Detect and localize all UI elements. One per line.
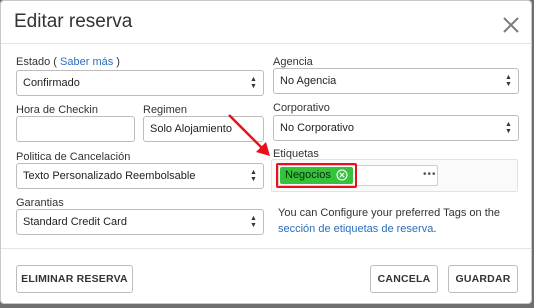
agencia-value: No Agencia	[280, 75, 337, 87]
corporativo-select[interactable]: No Corporativo ▲ ▼	[273, 115, 519, 141]
footer-divider	[1, 248, 531, 249]
header-divider	[1, 43, 531, 44]
estado-select[interactable]: Confirmado ▲ ▼	[16, 70, 264, 96]
more-options-icon[interactable]: •••	[423, 169, 437, 180]
regimen-value: Solo Alojamiento	[150, 123, 232, 135]
agencia-select[interactable]: No Agencia ▲ ▼	[273, 68, 519, 94]
tags-section-link[interactable]: sección de etiquetas de reserva	[278, 223, 433, 235]
annotation-arrow-icon	[228, 114, 270, 156]
estado-label: Estado ( Saber más )	[16, 56, 120, 68]
politica-label: Politica de Cancelación	[16, 151, 131, 163]
tags-info-text: You can Configure your preferred Tags on…	[278, 207, 500, 235]
checkin-input[interactable]	[16, 116, 135, 142]
edit-reservation-dialog: Editar reserva Estado ( Saber más ) Conf…	[0, 0, 532, 304]
politica-select[interactable]: Texto Personalizado Reembolsable ▲ ▼	[16, 163, 264, 189]
corporativo-value: No Corporativo	[280, 122, 354, 134]
agencia-label: Agencia	[273, 56, 313, 68]
dialog-title: Editar reserva	[14, 11, 133, 32]
cancel-button[interactable]: CANCELA	[370, 265, 438, 293]
regimen-label: Regimen	[143, 104, 188, 116]
select-arrows-icon: ▲ ▼	[250, 169, 257, 183]
select-arrows-icon: ▲ ▼	[505, 74, 512, 88]
select-arrows-icon: ▲ ▼	[250, 215, 257, 229]
politica-value: Texto Personalizado Reembolsable	[23, 170, 196, 182]
garantias-label: Garantias	[16, 197, 64, 209]
select-arrows-icon: ▲ ▼	[505, 121, 512, 135]
garantias-select[interactable]: Standard Credit Card ▲ ▼	[16, 209, 264, 235]
checkin-label: Hora de Checkin	[16, 104, 98, 116]
corporativo-label: Corporativo	[273, 102, 330, 114]
tag-highlight-box	[276, 163, 357, 188]
delete-reservation-button[interactable]: ELIMINAR RESERVA	[16, 265, 133, 293]
save-button[interactable]: GUARDAR	[448, 265, 518, 293]
saber-mas-link[interactable]: Saber más	[60, 56, 113, 68]
close-icon[interactable]	[501, 15, 521, 35]
garantias-value: Standard Credit Card	[23, 216, 127, 228]
select-arrows-icon: ▲ ▼	[250, 76, 257, 90]
estado-value: Confirmado	[23, 77, 80, 89]
